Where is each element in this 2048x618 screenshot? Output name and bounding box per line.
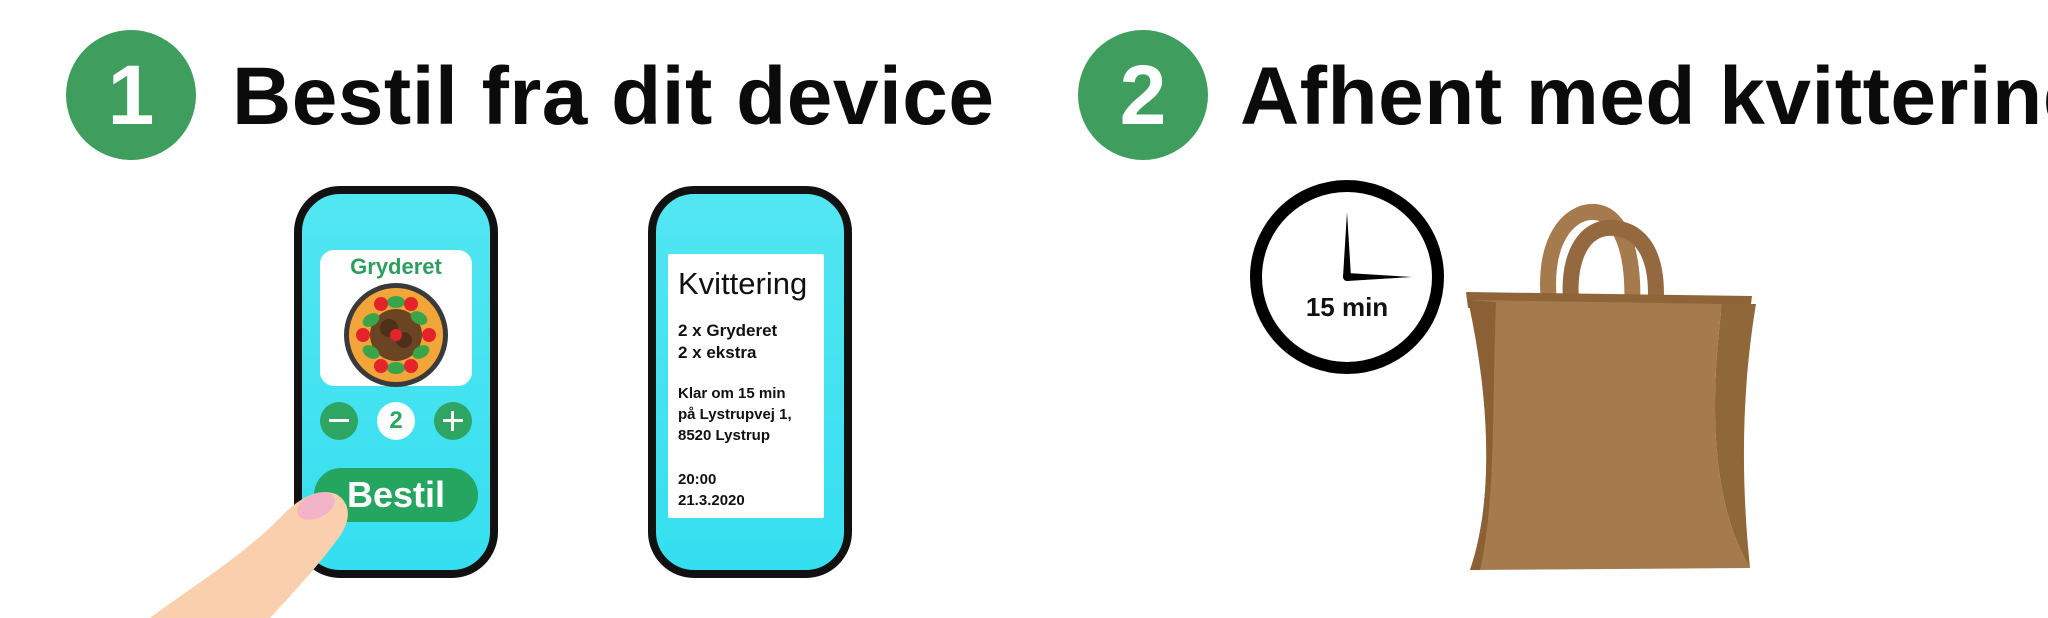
shopping-bag-icon	[1466, 203, 1756, 570]
receipt-date: 21.3.2020	[678, 492, 745, 509]
clock-hands	[1343, 212, 1412, 281]
receipt-title: Kvittering	[678, 266, 808, 301]
step-1-badge: 1	[66, 30, 196, 160]
dish-name: Gryderet	[350, 254, 442, 279]
receipt-pickup-line: på Lystrupvej 1,	[678, 406, 792, 423]
step-2-badge: 2	[1078, 30, 1208, 160]
decrease-quantity-button[interactable]	[320, 402, 358, 440]
receipt-phone: Kvittering 2 x Gryderet 2 x ekstra Klar …	[648, 186, 852, 578]
step-1-title: Bestil fra dit device	[232, 51, 995, 142]
receipt-card: Kvittering 2 x Gryderet 2 x ekstra Klar …	[668, 254, 824, 518]
receipt-time: 20:00	[678, 471, 717, 488]
clock-icon: 15 min	[1250, 180, 1444, 374]
increase-quantity-button[interactable]	[434, 402, 472, 440]
step-2-title: Afhent med kvittering	[1240, 51, 2048, 142]
receipt-item: 2 x ekstra	[678, 343, 757, 362]
dish-plate-icon	[344, 283, 448, 387]
dish-card[interactable]: Gryderet	[320, 250, 472, 387]
receipt-pickup-line: 8520 Lystrup	[678, 427, 770, 444]
receipt-pickup-line: Klar om 15 min	[678, 385, 786, 402]
pointing-finger-icon	[150, 492, 348, 618]
receipt-item: 2 x Gryderet	[678, 321, 778, 340]
quantity-value: 2	[377, 402, 415, 440]
clock-label: 15 min	[1305, 292, 1389, 322]
